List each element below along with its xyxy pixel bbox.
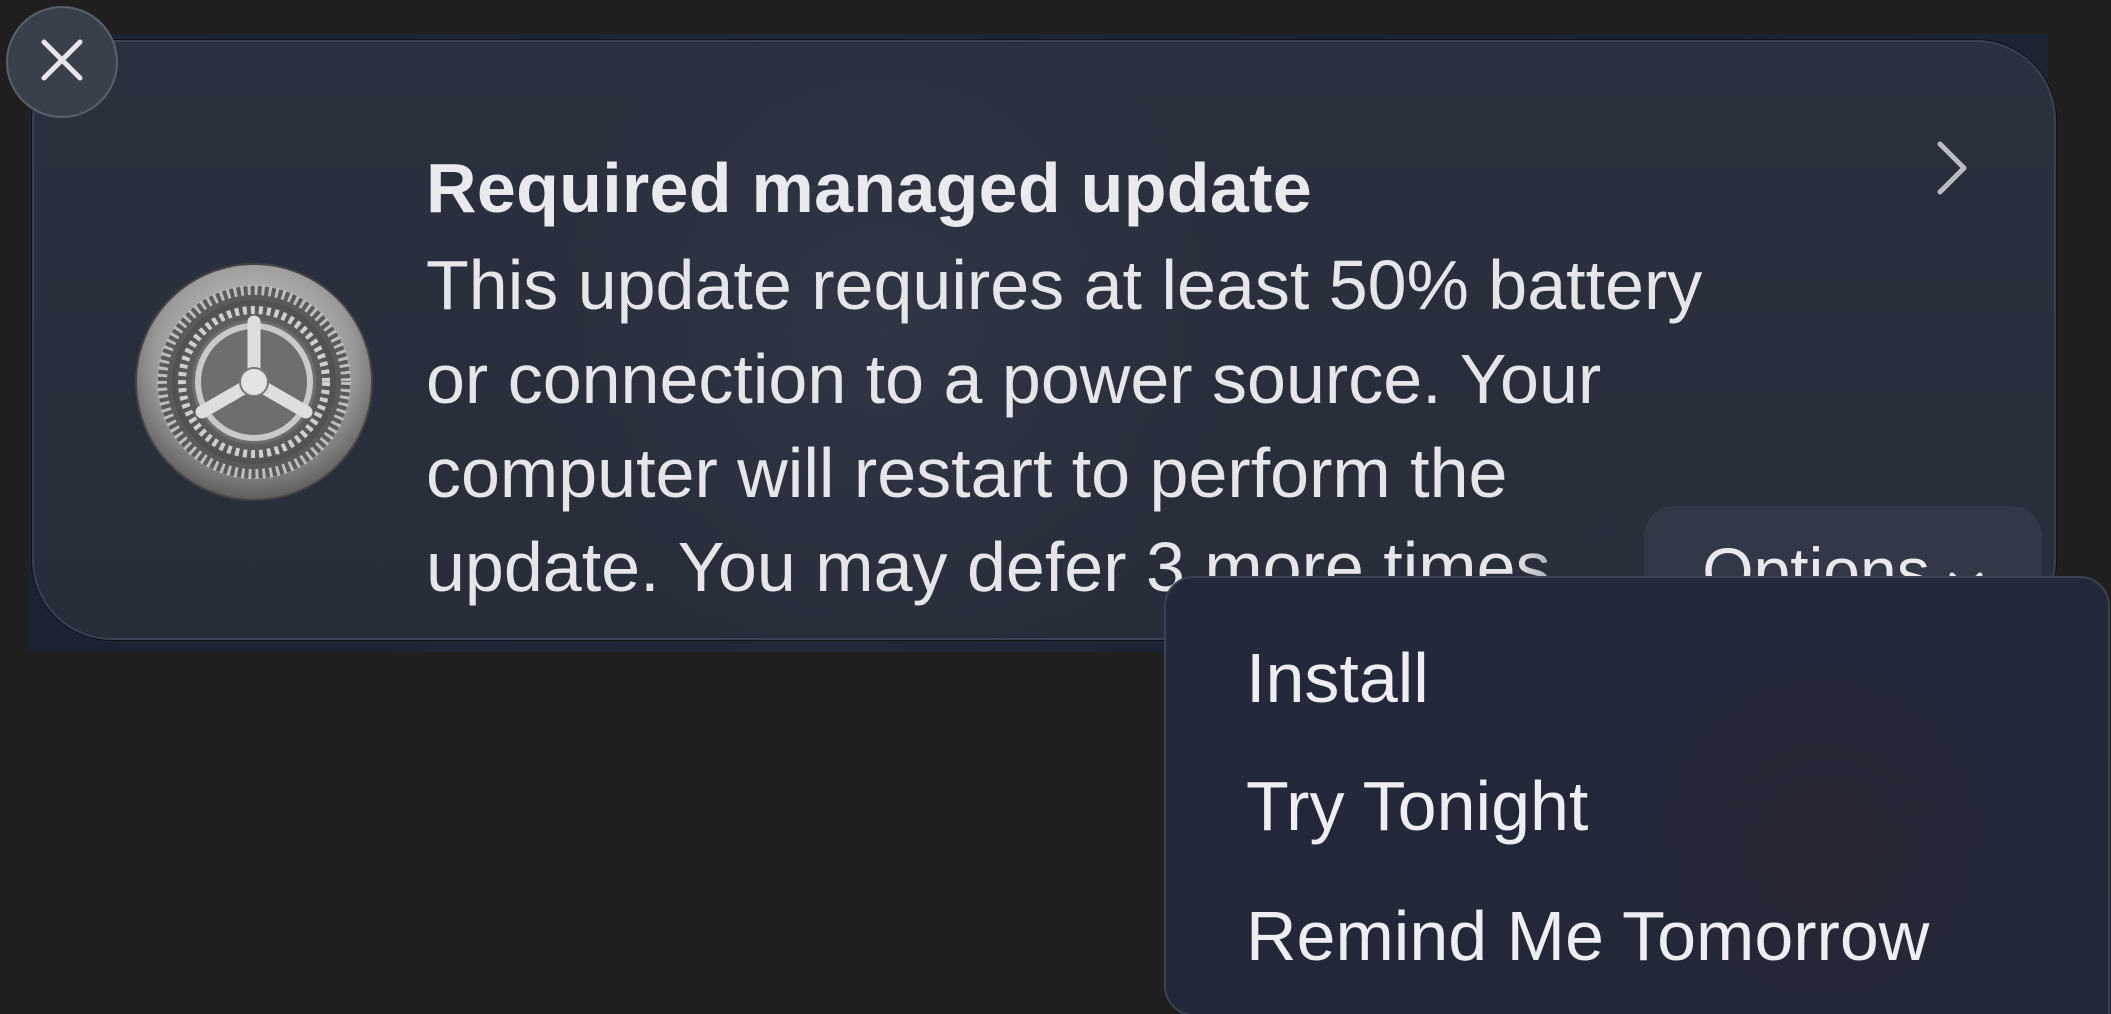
menu-item-install[interactable]: Install — [1246, 638, 1429, 718]
close-button[interactable] — [6, 6, 118, 118]
menu-item-try-tonight[interactable]: Try Tonight — [1246, 766, 1588, 846]
chevron-right-icon[interactable] — [1932, 138, 1972, 198]
notification-banner[interactable]: Required managed update This update requ… — [32, 40, 2056, 640]
body-line: This update requires at least 50% batter… — [426, 246, 1703, 324]
notification-title: Required managed update — [426, 149, 1312, 227]
menu-item-remind-me-tomorrow[interactable]: Remind Me Tomorrow — [1246, 896, 1929, 976]
options-menu: Install Try Tonight Remind Me Tomorrow — [1164, 576, 2110, 1014]
system-settings-gear-icon — [134, 262, 374, 502]
screen: Required managed update This update requ… — [0, 0, 2111, 1014]
close-icon — [38, 36, 86, 89]
body-line: or connection to a power source. Your — [426, 340, 1602, 418]
